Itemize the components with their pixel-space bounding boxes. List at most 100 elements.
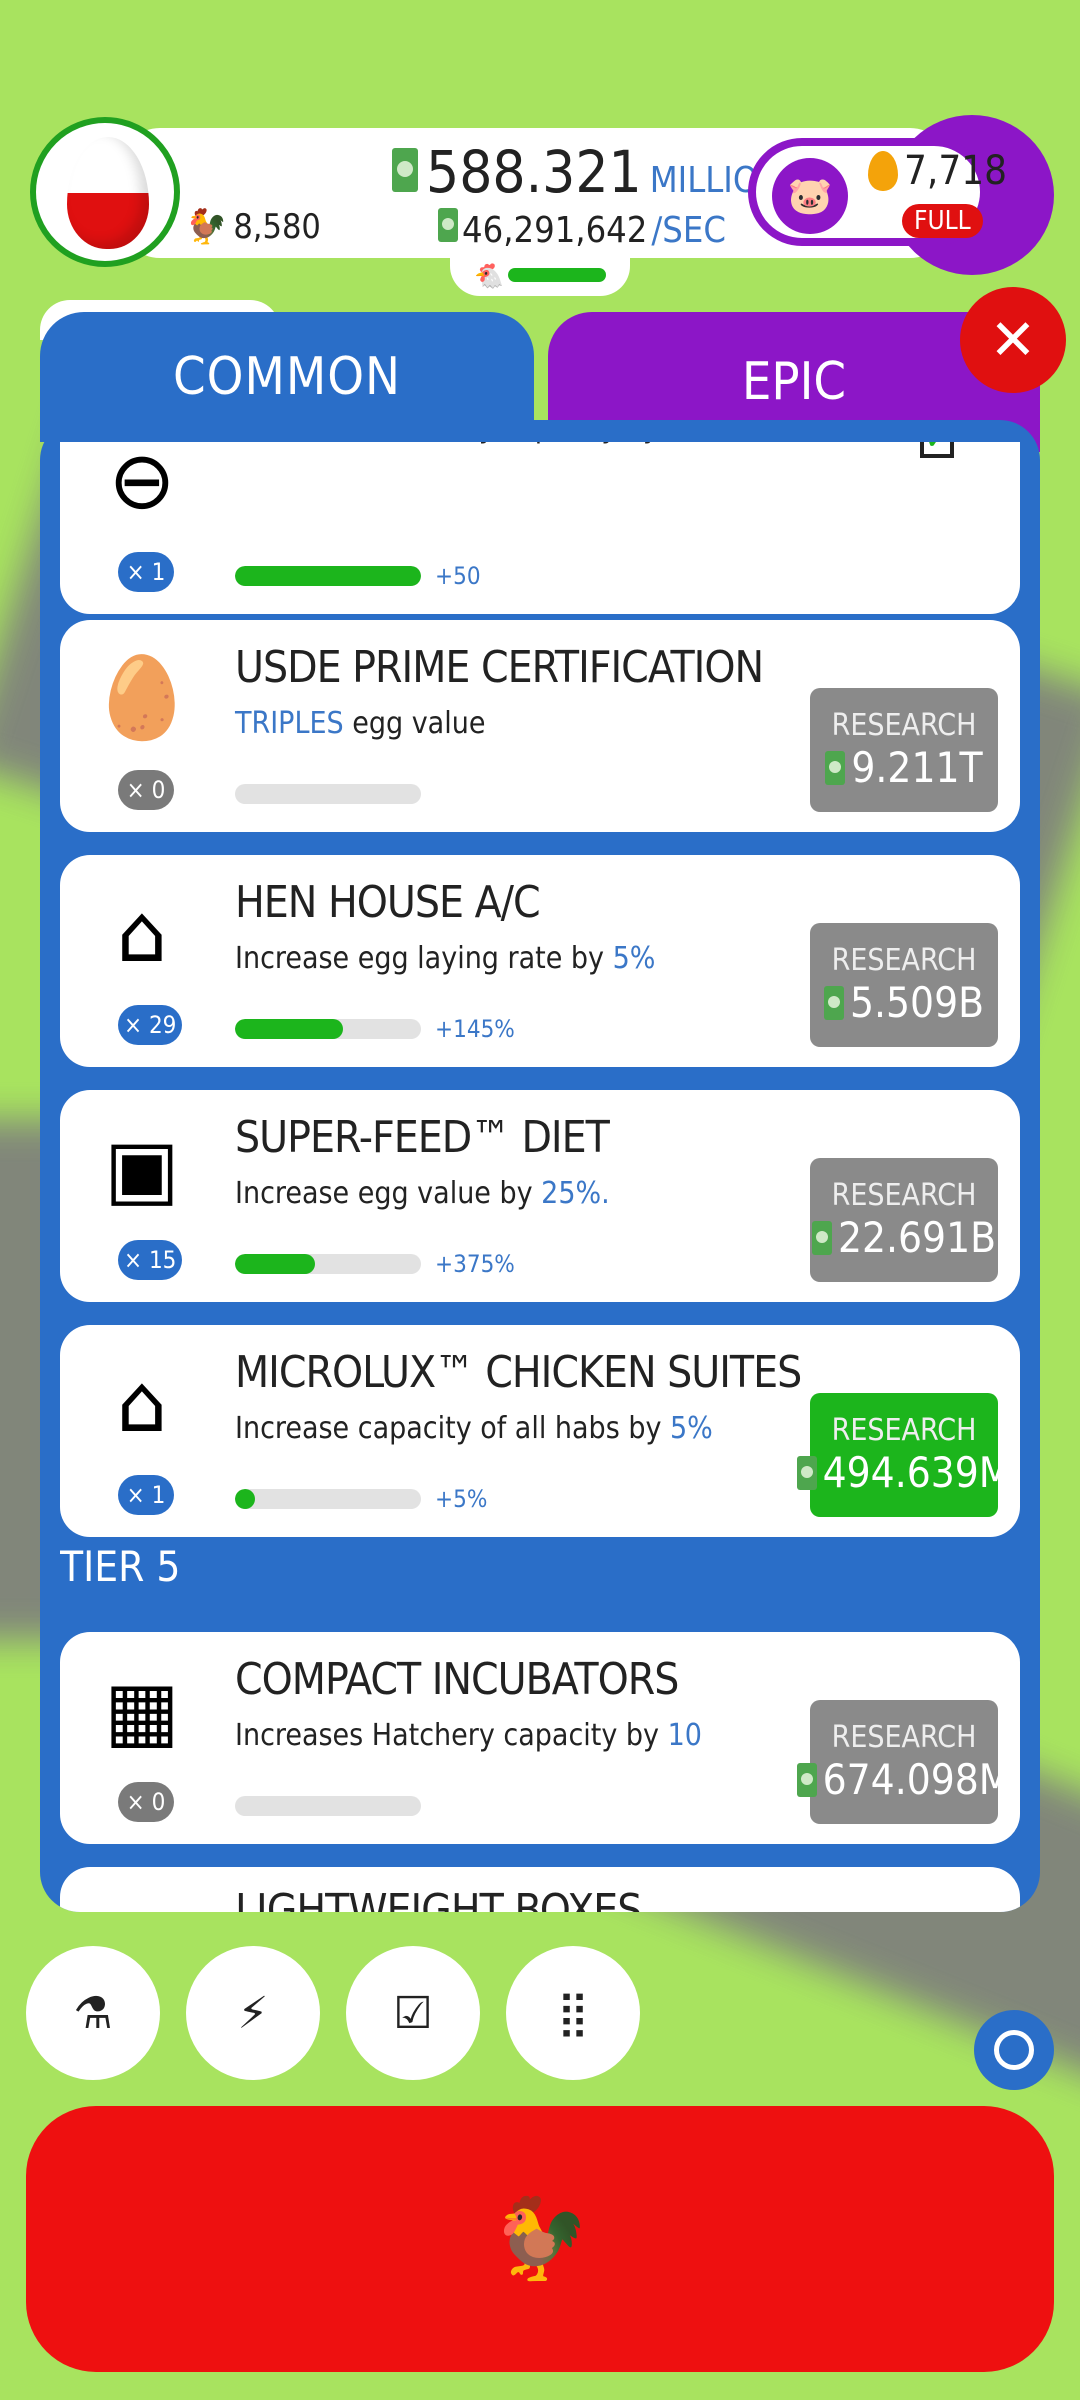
hatch-chicken-button[interactable]: 🐓 — [26, 2106, 1054, 2372]
circle-icon — [994, 2030, 1034, 2070]
research-card: ▣ × 15 SUPER-FEED™ DIET Increase egg value … — [60, 1090, 1020, 1302]
research-cost: 5.509B — [823, 978, 985, 1027]
research-card: ▦ × 0 COMPACT INCUBATORS Increases Hatchery… — [60, 1632, 1020, 1844]
hab-progress: 🐔 — [450, 254, 630, 296]
close-icon: ✕ — [989, 307, 1037, 373]
progress-fill — [235, 1019, 343, 1039]
full-badge: FULL — [902, 204, 983, 238]
level-badge: × 29 — [118, 1005, 183, 1045]
research-title: MICROLUX™ CHICKEN SUITES — [235, 1347, 802, 1398]
golden-egg-icon — [868, 151, 898, 191]
research-title: HEN HOUSE A/C — [235, 877, 541, 928]
research-card: 🥚 × 0 USDE PRIME CERTIFICATION TRIPLES egg … — [60, 620, 1020, 832]
research-card: ⊖ × 1 Increases Hatchery capacity by 50 +50… — [60, 442, 1020, 614]
research-title: COMPACT INCUBATORS — [235, 1654, 679, 1705]
research-card: ⌂ × 1 MICROLUX™ CHICKEN SUITES Increase cap… — [60, 1325, 1020, 1537]
menu-button[interactable]: ⣿ — [506, 1946, 640, 2080]
research-panel: ⊖ × 1 Increases Hatchery capacity by 50 +50… — [40, 420, 1040, 1912]
research-cost: 494.639M — [796, 1448, 1012, 1497]
progress-fill — [235, 1489, 255, 1509]
research-button[interactable]: RESEARCH 674.098M — [796, 1700, 1011, 1824]
chicken-icon: 🐓 — [490, 2192, 590, 2285]
research-button[interactable]: RESEARCH 9.211T — [810, 688, 998, 812]
research-label: RESEARCH — [831, 1178, 977, 1213]
tab-common[interactable]: COMMON — [40, 312, 534, 442]
progress-gain: +145% — [435, 1015, 515, 1043]
piggy-bank-icon[interactable]: 🐷 — [772, 158, 848, 234]
progress-fill — [235, 566, 421, 586]
description-highlight: 50 — [668, 442, 702, 445]
check-icon: ✓ — [920, 442, 954, 458]
research-title: SUPER-FEED™ DIET — [235, 1112, 610, 1163]
super-feed-icon: ▣ — [104, 1121, 180, 1215]
cash-icon — [438, 208, 458, 242]
cost-value: 494.639M — [822, 1448, 1012, 1497]
research-button[interactable]: RESEARCH 22.691B — [810, 1158, 998, 1282]
progress-fill — [235, 1254, 315, 1274]
level-badge: × 1 — [118, 1475, 174, 1515]
chicken-icon: 🐓 — [185, 207, 228, 247]
missions-button[interactable]: ☑ — [346, 1946, 480, 2080]
progress-gain: +5% — [435, 1485, 488, 1513]
close-button[interactable]: ✕ — [960, 287, 1066, 393]
research-cost: 9.211T — [825, 743, 983, 792]
research-button[interactable]: RESEARCH 494.639M — [796, 1393, 1011, 1517]
income-rate: 46,291,642/SEC — [438, 208, 726, 251]
boxes-icon: ▬ — [86, 1889, 198, 1913]
research-progress — [235, 1489, 421, 1509]
lightning-icon: ⚡ — [237, 1987, 269, 2039]
prime-stamp-icon: 🥚 — [92, 651, 192, 744]
level-badge: × 0 — [118, 770, 174, 810]
boost-button[interactable]: ⚡ — [186, 1946, 320, 2080]
research-label: RESEARCH — [831, 943, 977, 978]
progress-gain: +375% — [435, 1250, 515, 1278]
research-cost: 22.691B — [811, 1213, 997, 1262]
cash-icon — [392, 148, 418, 192]
research-description: Increases Hatchery capacity by 10 — [235, 1718, 702, 1753]
grid-icon: ⣿ — [556, 1987, 590, 2039]
cash-icon — [811, 1220, 832, 1255]
research-description: TRIPLES egg value — [235, 706, 486, 741]
research-progress — [235, 566, 421, 586]
research-label: RESEARCH — [831, 1413, 977, 1448]
research-card: ▬ LIGHTWEIGHT BOXES — [60, 1867, 1020, 1912]
level-badge: × 15 — [118, 1240, 183, 1280]
research-title: LIGHTWEIGHT BOXES — [235, 1885, 642, 1912]
description-highlight: 10 — [667, 1718, 702, 1753]
cash-icon — [796, 1762, 817, 1797]
description-highlight: TRIPLES — [235, 706, 344, 741]
current-egg-button[interactable] — [30, 117, 180, 267]
golden-egg-count: 7,718 — [868, 148, 1007, 194]
incubator-icon: ▦ — [104, 1663, 180, 1757]
hen-house-ac-icon: ⌂ — [116, 886, 168, 980]
hatchery-icon: ⊖ — [108, 442, 176, 527]
cash-icon — [823, 985, 844, 1020]
research-progress — [235, 1254, 421, 1274]
research-title: USDE PRIME CERTIFICATION — [235, 642, 764, 693]
chicken-icon: 🐔 — [474, 262, 504, 290]
research-label: RESEARCH — [831, 708, 977, 743]
cash-icon — [796, 1455, 817, 1490]
money-balance: 588.321 MILLION — [392, 138, 783, 206]
level-badge: × 0 — [118, 1782, 174, 1822]
description-highlight: 5% — [612, 941, 656, 976]
chicken-suites-icon: ⌂ — [116, 1356, 168, 1450]
cost-value: 5.509B — [849, 978, 985, 1027]
research-description: Increase egg value by 25%. — [235, 1176, 610, 1211]
research-card: ⌂ × 29 HEN HOUSE A/C Increase egg laying ra… — [60, 855, 1020, 1067]
research-progress — [235, 1019, 421, 1039]
research-button[interactable]: ⚗ — [26, 1946, 160, 2080]
progress-bar — [508, 268, 606, 282]
research-list[interactable]: ⊖ × 1 Increases Hatchery capacity by 50 +50… — [60, 442, 1020, 1912]
research-description: Increase capacity of all habs by 5% — [235, 1411, 713, 1446]
description-highlight: 25%. — [541, 1176, 610, 1211]
checklist-icon: ☑ — [393, 1987, 433, 2039]
toggle-button[interactable] — [974, 2010, 1054, 2090]
research-progress — [235, 784, 421, 804]
research-button[interactable]: RESEARCH 5.509B — [810, 923, 998, 1047]
research-description: Increases Hatchery capacity by 50 — [235, 442, 702, 445]
tier-label: TIER 5 — [60, 1542, 181, 1591]
research-description: Increase egg laying rate by 5% — [235, 941, 656, 976]
cost-value: 22.691B — [837, 1213, 997, 1262]
cost-value: 9.211T — [851, 743, 983, 792]
